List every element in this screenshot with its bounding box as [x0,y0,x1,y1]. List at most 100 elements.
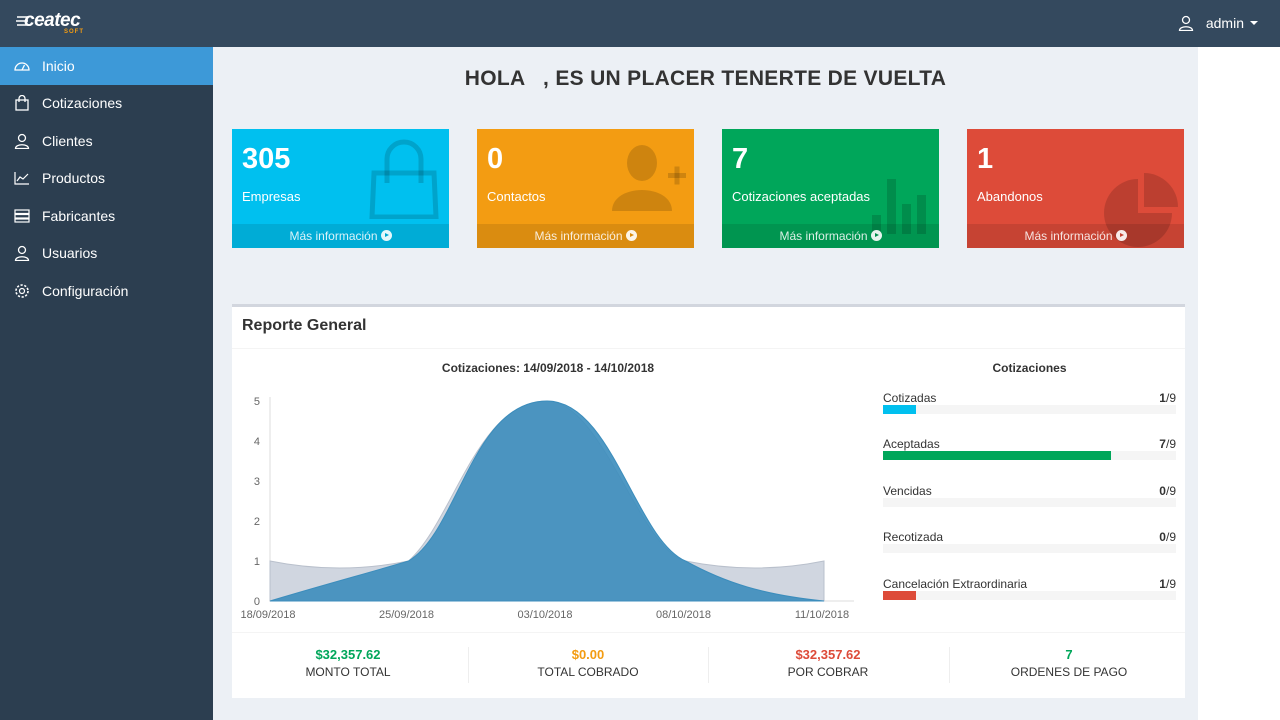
user-menu[interactable]: admin [1178,13,1258,33]
progress-fill [883,591,916,600]
progress-label: Vencidas [883,484,932,498]
description-label: ORDENES DE PAGO [1010,665,1128,679]
stat-box-contactos: 0 Contactos Más información [477,129,694,248]
description-block: $32,357.62 MONTO TOTAL [228,647,468,679]
progress-fill [883,405,916,414]
sidebar-item-label: Fabricantes [42,207,116,224]
x-tick-label: 18/09/2018 [240,609,295,621]
progress-group: Vencidas 0/9 [883,484,1176,516]
user-icon [14,133,30,149]
description-amount: $0.00 [571,647,605,662]
more-info-link[interactable]: Más información [967,224,1184,248]
progress-label: Cancelación Extraordinaria [883,577,1028,591]
sidebar-item-cotizaciones[interactable]: Cotizaciones [0,85,213,123]
stat-box-abandonos: 1 Abandonos Más información [967,129,1184,248]
stat-label: Contactos [487,189,546,204]
progress-label: Recotizada [883,530,944,544]
sidebar-item-usuarios[interactable]: Usuarios [0,235,213,273]
description-block: $0.00 TOTAL COBRADO [468,647,708,679]
description-label: MONTO TOTAL [305,665,391,679]
arrow-circle-right-icon [380,230,392,241]
progress-track [883,498,1176,507]
sidebar: Inicio Cotizaciones Clientes Productos F… [0,47,213,720]
divider [468,647,469,683]
description-amount: $32,357.62 [795,647,861,662]
sidebar-item-label: Clientes [42,132,93,149]
x-tick-label: 08/10/2018 [656,609,711,621]
progress-track [883,451,1176,460]
stat-label: Cotizaciones aceptadas [732,189,871,204]
description-label: POR COBRAR [787,665,869,679]
progress-fill [883,451,1111,460]
arrow-circle-right-icon [625,230,637,241]
progress-track [883,405,1176,414]
divider [708,647,709,683]
y-tick-label: 4 [254,436,260,448]
x-tick-label: 03/10/2018 [517,609,572,621]
server-icon [14,208,30,224]
stat-box-empresas: 305 Empresas Más información [232,129,449,248]
page-title: HOLA , ES UN PLACER TENERTE DE VUELTA [464,67,947,90]
divider [949,647,950,683]
stat-value: 305 [242,143,291,175]
stat-value: 1 [977,143,994,175]
sidebar-item-inicio[interactable]: Inicio [0,47,213,85]
progress-track [883,544,1176,553]
y-tick-label: 2 [254,516,260,528]
progress-group: Cancelación Extraordinaria 1/9 [883,577,1176,609]
progress-count: 1/9 [1159,391,1176,405]
content-edge [1198,47,1280,720]
stat-value: 0 [487,143,504,175]
sidebar-item-label: Usuarios [42,245,98,262]
report-panel: Reporte General Cotizaciones: 14/09/2018… [232,304,1185,698]
app-logo[interactable]: ceatec SOFT [16,9,86,37]
shopping-bag-icon [14,95,30,111]
progress-group: Aceptadas 7/9 [883,437,1176,469]
line-chart-icon [14,170,30,186]
stat-label: Abandonos [977,189,1043,204]
report-title: Reporte General [242,317,367,334]
more-info-link[interactable]: Más información [232,224,449,248]
stat-value: 7 [732,143,749,175]
sidebar-item-productos[interactable]: Productos [0,160,213,198]
dashboard-icon [14,58,30,74]
chevron-down-icon [1250,21,1258,25]
progress-count: 0/9 [1159,484,1176,498]
more-info-link[interactable]: Más información [477,224,694,248]
sidebar-item-label: Productos [42,170,106,187]
y-tick-label: 1 [254,556,260,568]
sidebar-item-clientes[interactable]: Clientes [0,122,213,160]
shopping-bag-icon [369,139,439,219]
user-icon [14,245,30,262]
sidebar-item-fabricantes[interactable]: Fabricantes [0,197,213,235]
arrow-circle-right-icon [870,230,882,241]
logo-subtext: SOFT [64,29,84,35]
description-amount: 7 [1065,647,1073,662]
x-tick-label: 25/09/2018 [379,609,434,621]
progress-track [883,591,1176,600]
progress-count: 1/9 [1159,577,1176,591]
top-navbar: ceatec SOFT admin [0,0,1280,47]
more-info-link[interactable]: Más información [722,224,939,248]
progress-count: 7/9 [1159,437,1176,451]
progress-title: Cotizaciones [992,361,1067,375]
description-block: $32,357.62 POR COBRAR [708,647,948,679]
more-info-text: Más información [534,229,623,243]
more-info-text: Más información [779,229,868,243]
gear-icon [14,283,30,299]
chart-title: Cotizaciones: 14/09/2018 - 14/10/2018 [441,361,655,375]
progress-label: Cotizadas [883,391,937,405]
progress-count: 0/9 [1159,530,1176,544]
user-add-icon [612,145,686,211]
more-info-text: Más información [1024,229,1113,243]
user-icon [1178,15,1194,31]
stat-box-cotizaciones-aceptadas: 7 Cotizaciones aceptadas Más información [722,129,939,248]
progress-group: Recotizada 0/9 [883,530,1176,562]
progress-label: Aceptadas [883,437,940,451]
area-chart: 0 1 2 3 4 5 18/09/2018 25/09/2018 03/10/2018 08/1… [240,396,854,621]
main-content: HOLA , ES UN PLACER TENERTE DE VUELTA 30… [213,47,1198,720]
description-block: 7 ORDENES DE PAGO [949,647,1189,679]
more-info-text: Más información [289,229,378,243]
x-tick-label: 11/10/2018 [795,609,849,621]
sidebar-item-configuracion[interactable]: Configuración [0,272,213,310]
